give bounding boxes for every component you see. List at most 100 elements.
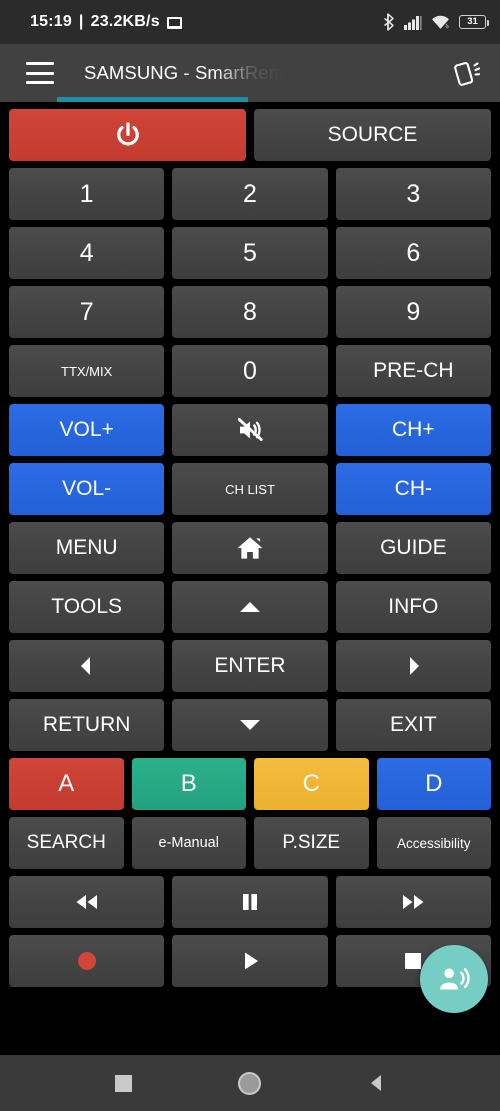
back-button[interactable] (353, 1059, 401, 1107)
number-0-button[interactable]: 0 (172, 345, 328, 397)
bluetooth-icon (384, 13, 394, 31)
status-time: 15:19 (30, 13, 72, 30)
number-row-4: TTX/MIX 0 PRE-CH (9, 345, 491, 397)
arrow-left-icon (80, 657, 90, 675)
info-button[interactable]: INFO (335, 581, 491, 633)
channel-up-button[interactable]: CH+ (335, 404, 491, 456)
media-transport-row-1 (9, 876, 491, 928)
guide-button[interactable]: GUIDE (335, 522, 491, 574)
power-button[interactable] (9, 109, 246, 161)
arrow-up-button[interactable] (172, 581, 328, 633)
number-6-button[interactable]: 6 (335, 227, 491, 279)
return-down-exit-row: RETURN EXIT (9, 699, 491, 751)
ttx-mix-button[interactable]: TTX/MIX (9, 345, 165, 397)
color-buttons-row: A B C D (9, 758, 491, 810)
status-network-speed: 23.2KB/s (90, 13, 160, 30)
android-navigation-bar (0, 1055, 500, 1111)
remote-control-panel: SOURCE 1 2 3 4 5 6 7 8 9 TTX/MIX 0 PRE-C… (0, 102, 500, 1055)
record-voice-over-icon (440, 968, 470, 990)
rewind-button[interactable] (9, 876, 165, 928)
channel-down-button[interactable]: CH- (335, 463, 491, 515)
media-transport-row-2 (9, 935, 491, 987)
number-1-button[interactable]: 1 (9, 168, 165, 220)
record-button[interactable] (9, 935, 165, 987)
number-row-3: 7 8 9 (9, 286, 491, 338)
power-icon (116, 122, 139, 146)
mute-icon (237, 418, 263, 441)
back-triangle-icon (370, 1075, 381, 1091)
channel-list-button[interactable]: CH LIST (172, 463, 328, 515)
battery-level: 31 (467, 16, 478, 28)
enter-button[interactable]: ENTER (172, 640, 328, 692)
record-icon (77, 952, 96, 970)
accessibility-button[interactable]: Accessibility (376, 817, 491, 869)
status-bar: 15:19 | 23.2KB/s 31 (0, 0, 500, 44)
remote-cards-icon[interactable] (450, 56, 484, 90)
volume-mute-channel-row-1: VOL+ CH+ (9, 404, 491, 456)
number-row-1: 1 2 3 (9, 168, 491, 220)
toolbar-title-text: SAMSUNG - SmartRem (84, 62, 284, 83)
number-row-2: 4 5 6 (9, 227, 491, 279)
play-button[interactable] (172, 935, 328, 987)
mute-button[interactable] (172, 404, 328, 456)
color-c-button[interactable]: C (254, 758, 369, 810)
tools-up-info-row: TOOLS INFO (9, 581, 491, 633)
status-bar-left: 15:19 | 23.2KB/s (30, 13, 182, 31)
source-button[interactable]: SOURCE (254, 109, 491, 161)
volume-chlist-channel-row-2: VOL- CH LIST CH- (9, 463, 491, 515)
play-icon (244, 952, 258, 970)
arrow-right-button[interactable] (335, 640, 491, 692)
search-emanual-psize-accessibility-row: SEARCH e-Manual P.SIZE Accessibility (9, 817, 491, 869)
remote-app-screen: 15:19 | 23.2KB/s 31 SAMSUNG - SmartRem S… (0, 0, 500, 1111)
rewind-icon (76, 895, 97, 909)
exit-button[interactable]: EXIT (335, 699, 491, 751)
page-title: SAMSUNG - SmartRem (84, 58, 284, 88)
pause-icon (242, 894, 257, 910)
volume-down-button[interactable]: VOL- (9, 463, 165, 515)
picture-size-button[interactable]: P.SIZE (254, 817, 369, 869)
tools-button[interactable]: TOOLS (9, 581, 165, 633)
app-toolbar: SAMSUNG - SmartRem (0, 44, 500, 102)
number-9-button[interactable]: 9 (335, 286, 491, 338)
menu-home-guide-row: MENU GUIDE (9, 522, 491, 574)
home-nav-button[interactable] (226, 1059, 274, 1107)
status-bar-right: 31 (383, 13, 489, 31)
pre-ch-button[interactable]: PRE-CH (335, 345, 491, 397)
recents-square-icon (114, 1074, 132, 1092)
number-7-button[interactable]: 7 (9, 286, 165, 338)
recents-button[interactable] (99, 1059, 147, 1107)
wifi-icon (432, 15, 450, 29)
number-5-button[interactable]: 5 (172, 227, 328, 279)
voice-command-fab[interactable] (420, 945, 488, 1013)
arrow-down-icon (239, 720, 260, 730)
arrow-left-button[interactable] (9, 640, 165, 692)
fast-forward-button[interactable] (335, 876, 491, 928)
status-separator: | (78, 13, 84, 30)
search-button[interactable]: SEARCH (9, 817, 124, 869)
number-8-button[interactable]: 8 (172, 286, 328, 338)
number-4-button[interactable]: 4 (9, 227, 165, 279)
pause-button[interactable] (172, 876, 328, 928)
hamburger-menu-icon[interactable] (26, 62, 54, 84)
home-button[interactable] (172, 522, 328, 574)
screen-cast-icon (166, 17, 182, 29)
number-3-button[interactable]: 3 (335, 168, 491, 220)
battery-indicator: 31 (459, 15, 489, 29)
menu-button[interactable]: MENU (9, 522, 165, 574)
volume-up-button[interactable]: VOL+ (9, 404, 165, 456)
color-d-button[interactable]: D (376, 758, 491, 810)
arrow-right-icon (410, 657, 420, 675)
arrow-up-icon (239, 602, 260, 612)
e-manual-button[interactable]: e-Manual (131, 817, 246, 869)
return-button[interactable]: RETURN (9, 699, 165, 751)
color-a-button[interactable]: A (9, 758, 124, 810)
power-source-row: SOURCE (9, 109, 491, 161)
color-b-button[interactable]: B (131, 758, 246, 810)
arrow-down-button[interactable] (172, 699, 328, 751)
number-2-button[interactable]: 2 (172, 168, 328, 220)
left-enter-right-row: ENTER (9, 640, 491, 692)
home-circle-icon (238, 1071, 262, 1095)
home-icon (237, 537, 263, 559)
fast-forward-icon (403, 895, 424, 909)
cellular-signal-icon (404, 15, 422, 30)
